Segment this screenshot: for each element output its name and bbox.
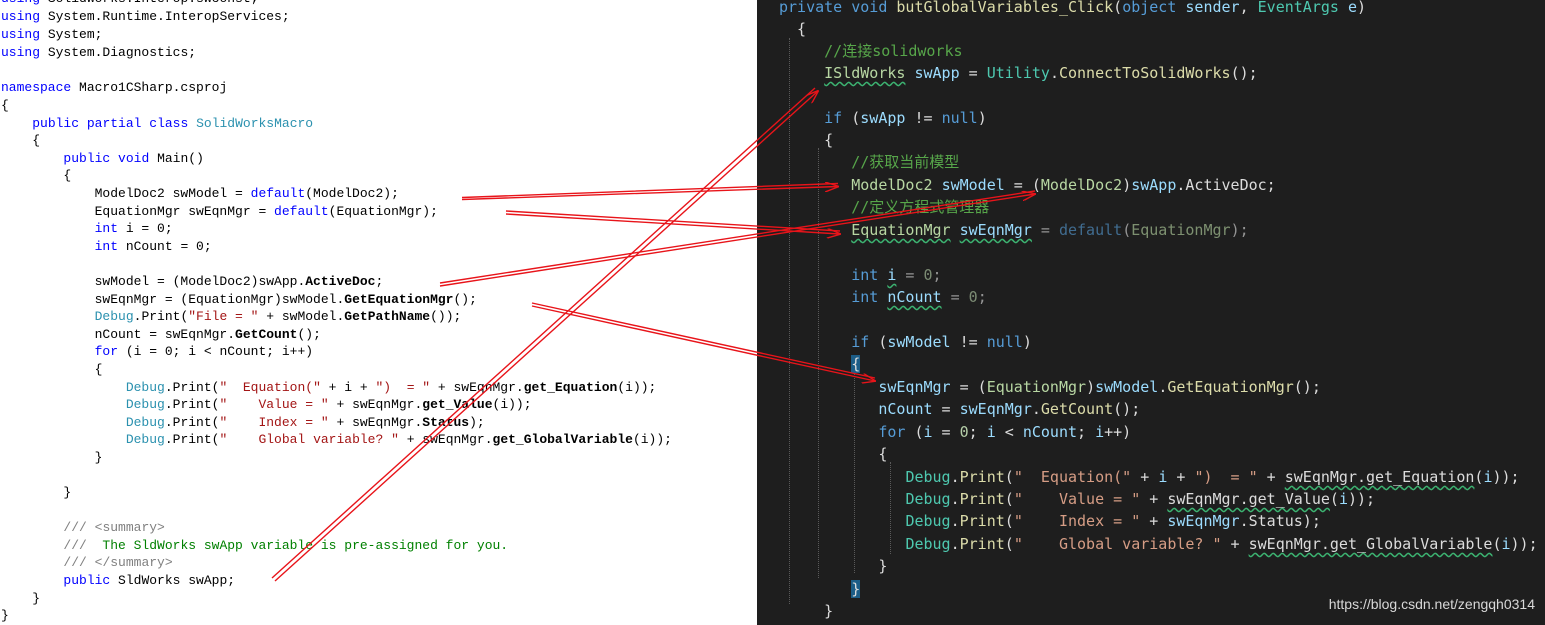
arrow-getequationmgr <box>531 302 875 381</box>
annotation-arrows <box>271 0 1545 582</box>
arrow-activedoc <box>439 191 1035 287</box>
arrow-modeldoc2 <box>461 184 838 200</box>
arrow-swapp <box>271 88 818 582</box>
